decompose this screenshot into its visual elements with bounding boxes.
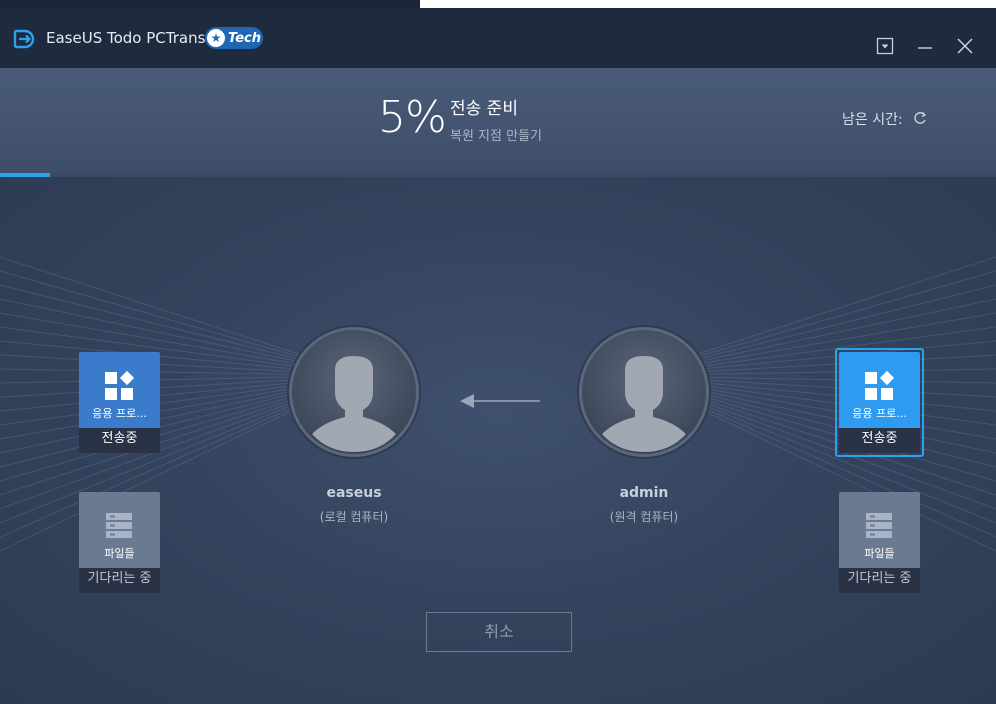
- user-silhouette-icon: [292, 330, 416, 454]
- right-files-state: 기다리는 중: [839, 568, 920, 593]
- app-title: EaseUS Todo PCTrans: [46, 29, 206, 47]
- file-cabinet-icon: [106, 513, 132, 538]
- local-pc-role: (로컬 컴퓨터): [319, 510, 389, 524]
- transfer-area: 응용 프로... 전송중 파일들 기다리는 중 easeus (로컬 컴퓨터) …: [0, 177, 996, 704]
- progress-percent: 5%: [378, 92, 447, 143]
- status-title: 전송 준비: [450, 99, 518, 119]
- local-pc-avatar: [289, 327, 419, 457]
- left-apps-state: 전송중: [79, 428, 160, 453]
- tech-badge: ★ Tech: [205, 27, 263, 49]
- top-strip: [0, 0, 996, 8]
- apps-grid-icon: [865, 370, 895, 400]
- time-left-label: 남은 시간:: [842, 112, 903, 128]
- menu-dropdown-icon[interactable]: [875, 36, 895, 56]
- file-cabinet-icon: [866, 513, 892, 538]
- loading-refresh-icon: [914, 112, 927, 124]
- left-files-state: 기다리는 중: [79, 568, 160, 593]
- right-apps-label: 응용 프로...: [852, 407, 907, 420]
- background-ray: [0, 284, 301, 360]
- local-pc-name: easeus: [326, 485, 382, 501]
- remote-pc-name: admin: [619, 485, 669, 501]
- right-apps-tile[interactable]: 응용 프로... 전송중: [839, 352, 920, 453]
- background-ray: [695, 256, 996, 355]
- right-files-tile[interactable]: 파일들 기다리는 중: [839, 492, 920, 593]
- remote-pc-role: (원격 컴퓨터): [609, 510, 679, 524]
- tech-badge-label: Tech: [228, 30, 261, 46]
- background-window-edge: [420, 0, 996, 8]
- left-apps-tile[interactable]: 응용 프로... 전송중: [79, 352, 160, 453]
- title-bar: EaseUS Todo PCTrans ★ Tech: [0, 8, 996, 68]
- left-apps-label: 응용 프로...: [92, 407, 147, 420]
- right-apps-state: 전송중: [839, 428, 920, 453]
- transfer-direction-arrow-icon: [460, 394, 540, 408]
- user-silhouette-icon: [582, 330, 706, 454]
- transfer-logo-icon: [13, 29, 35, 49]
- apps-grid-icon: [105, 370, 135, 400]
- background-ray: [0, 256, 301, 355]
- left-files-label: 파일들: [104, 547, 135, 560]
- background-ray: [0, 270, 301, 358]
- status-subtitle: 복원 지점 만들기: [450, 129, 542, 144]
- status-panel: 5% 전송 준비 복원 지점 만들기 남은 시간:: [0, 68, 996, 176]
- left-files-tile[interactable]: 파일들 기다리는 중: [79, 492, 160, 593]
- background-ray: [695, 270, 996, 358]
- close-icon[interactable]: [955, 36, 975, 56]
- right-files-label: 파일들: [864, 547, 895, 560]
- remote-pc-avatar: [579, 327, 709, 457]
- minimize-icon[interactable]: [915, 36, 935, 56]
- cancel-button[interactable]: 취소: [426, 612, 572, 652]
- star-icon: ★: [207, 29, 225, 47]
